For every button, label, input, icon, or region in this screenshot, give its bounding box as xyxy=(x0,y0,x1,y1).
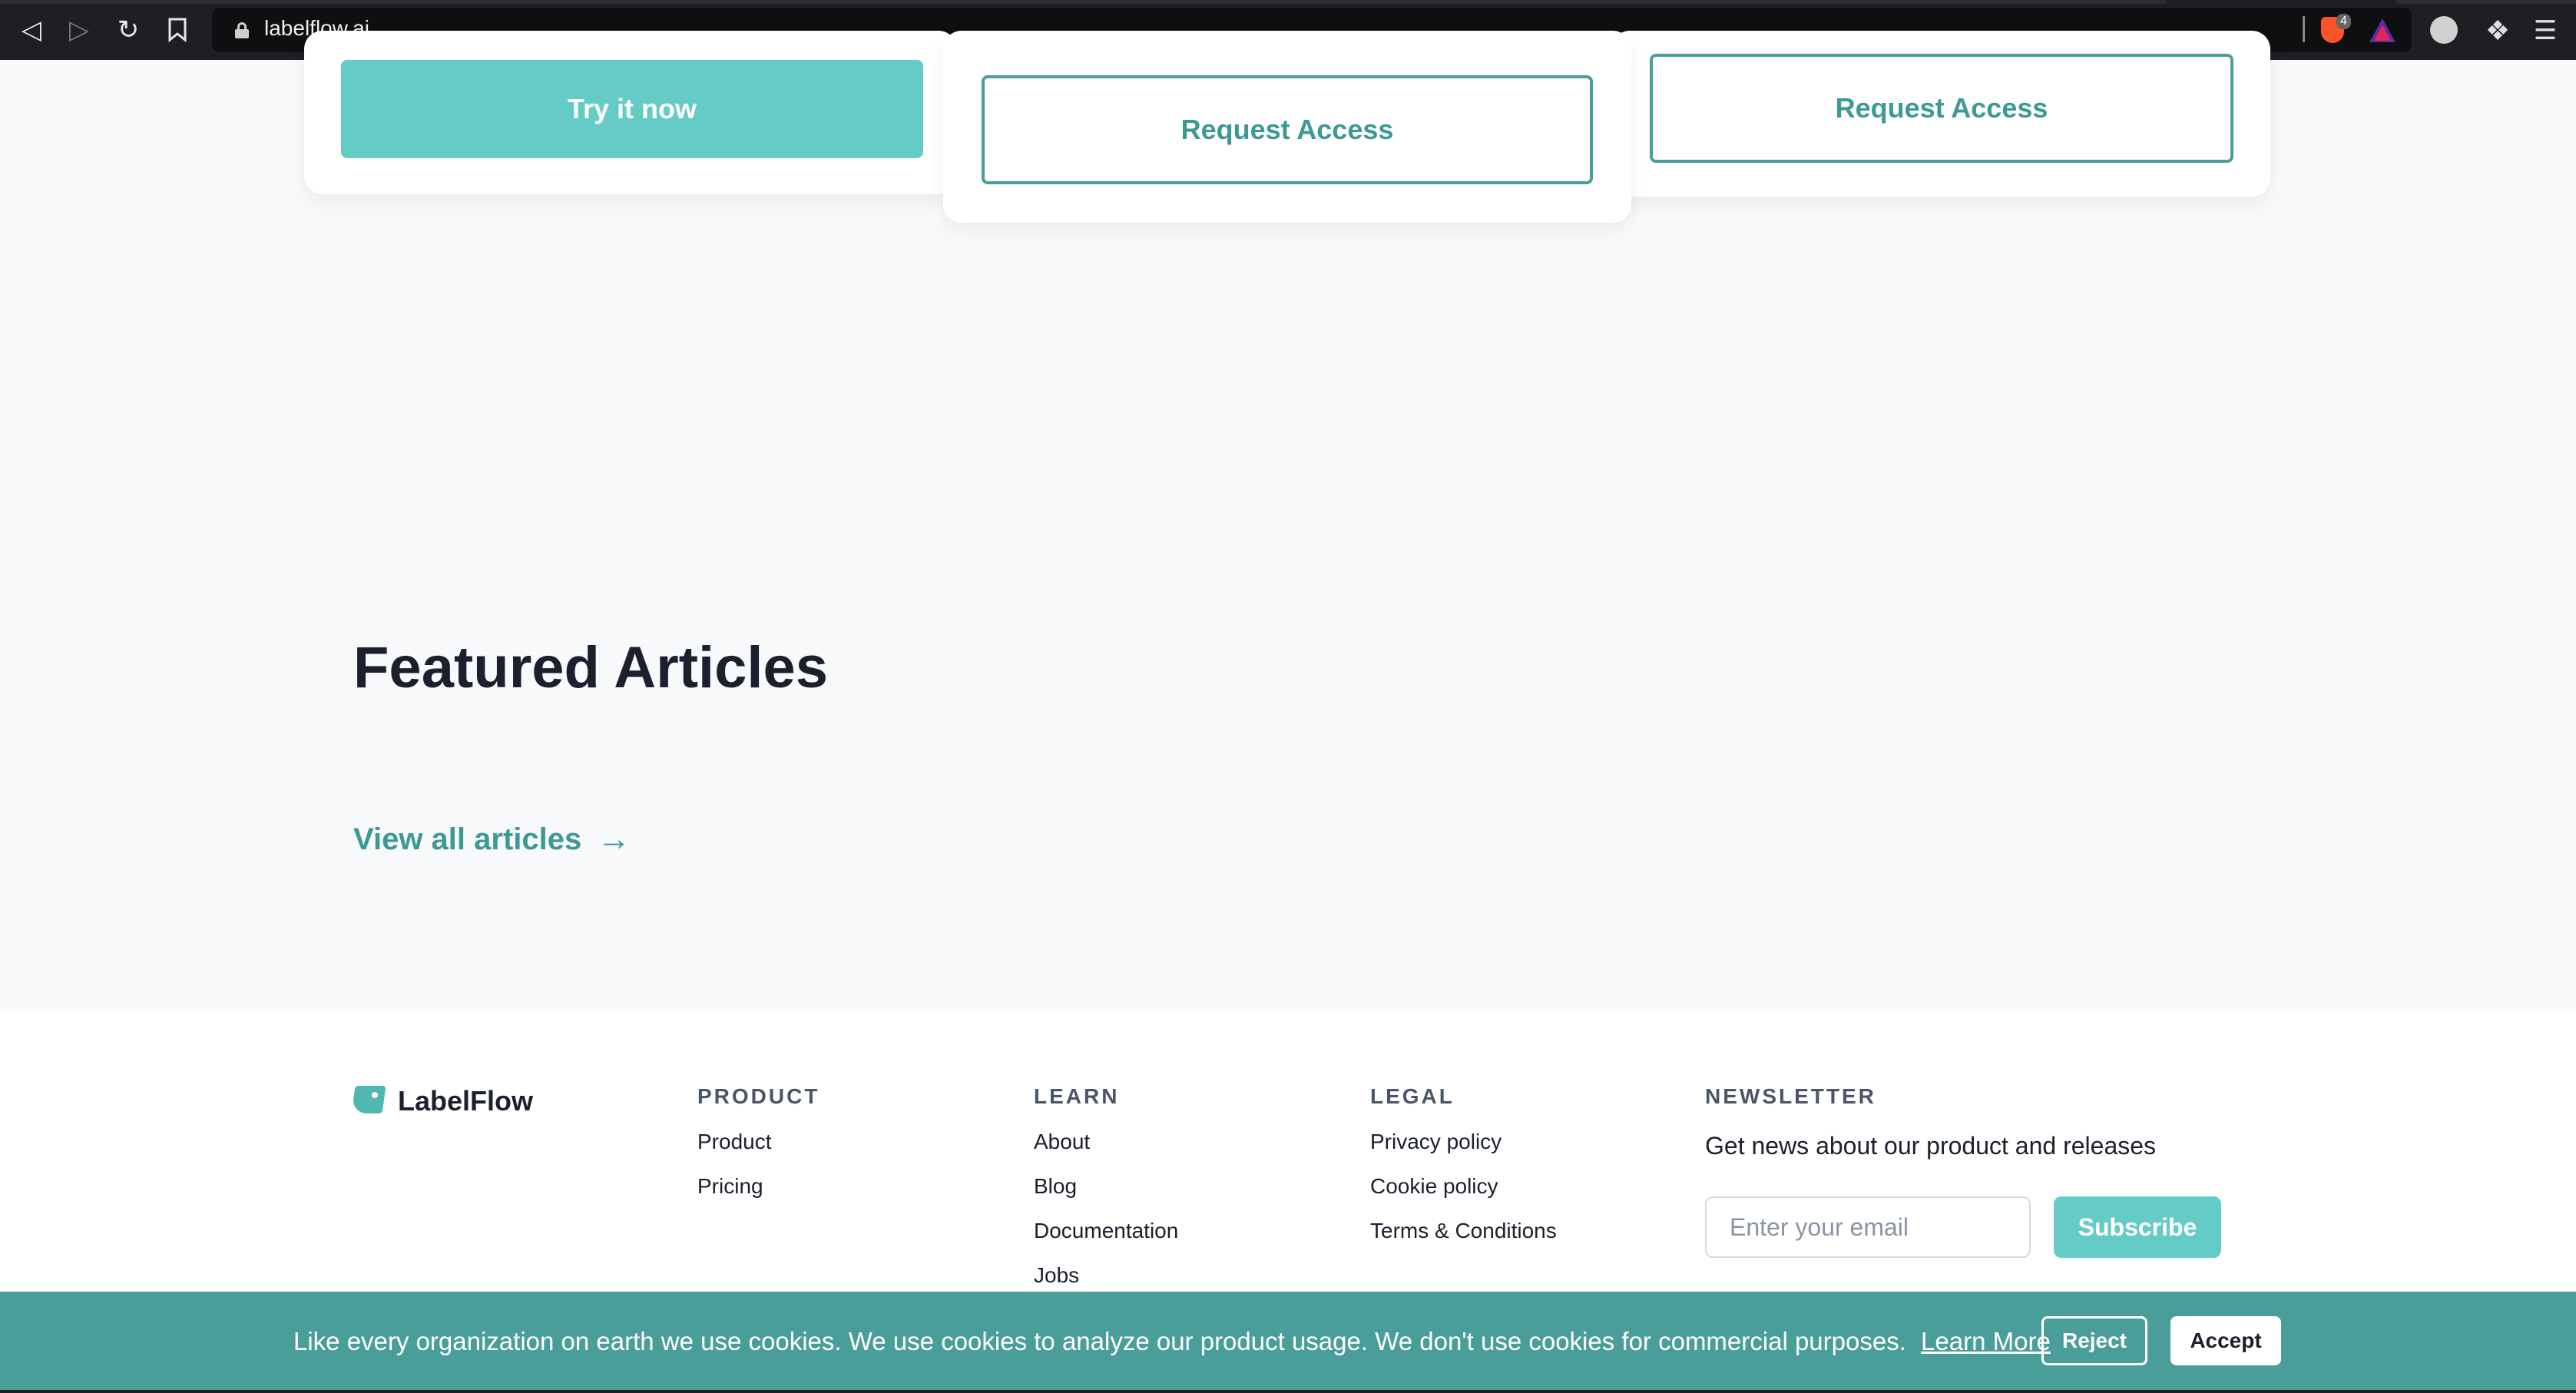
cookie-message: Like every organization on earth we use … xyxy=(293,1327,2051,1356)
footer-link-jobs[interactable]: Jobs xyxy=(1034,1264,1178,1287)
bookmark-icon[interactable] xyxy=(161,14,194,46)
brave-shield-icon[interactable]: 4 xyxy=(2319,14,2351,46)
view-all-articles-link[interactable]: View all articles → xyxy=(353,820,631,859)
active-tab[interactable] xyxy=(2166,0,2396,4)
footer-link-documentation[interactable]: Documentation xyxy=(1034,1219,1178,1242)
reject-cookies-button[interactable]: Reject xyxy=(2041,1316,2147,1365)
column-title: PRODUCT xyxy=(697,1084,820,1108)
label-tag-icon xyxy=(351,1083,390,1120)
pricing-card-free: Try it now xyxy=(304,31,957,194)
window-bottom-edge xyxy=(0,1390,2576,1393)
reload-icon[interactable]: ↻ xyxy=(112,14,144,46)
footer-link-privacy-policy[interactable]: Privacy policy xyxy=(1370,1130,1557,1153)
shield-count-badge: 4 xyxy=(2336,14,2351,29)
cookie-text: Like every organization on earth we use … xyxy=(293,1327,1906,1355)
subscribe-button[interactable]: Subscribe xyxy=(2054,1196,2221,1258)
footer-column-product: PRODUCT Product Pricing xyxy=(697,1084,819,1198)
brand-name: LabelFlow xyxy=(398,1085,534,1117)
email-field[interactable] xyxy=(1705,1196,2031,1258)
footer-column-learn: LEARN About Blog Documentation Jobs xyxy=(1034,1084,1178,1287)
request-access-button[interactable]: Request Access xyxy=(1650,54,2233,163)
toolbar-divider xyxy=(2303,16,2305,42)
footer-link-terms[interactable]: Terms & Conditions xyxy=(1370,1219,1557,1242)
cookie-banner: Like every organization on earth we use … xyxy=(0,1292,2576,1393)
request-access-button[interactable]: Request Access xyxy=(982,75,1593,184)
featured-articles-heading: Featured Articles xyxy=(353,635,829,700)
footer-column-newsletter: NEWSLETTER Get news about our product an… xyxy=(1705,1084,2156,1160)
try-it-now-button[interactable]: Try it now xyxy=(341,60,923,158)
puzzle-icon[interactable]: ❖ xyxy=(2482,15,2513,46)
footer-link-pricing[interactable]: Pricing xyxy=(697,1175,819,1198)
column-title: LEGAL xyxy=(1370,1084,1455,1108)
footer-link-product[interactable]: Product xyxy=(697,1130,819,1153)
profile-icon[interactable] xyxy=(2430,16,2458,44)
column-title: NEWSLETTER xyxy=(1705,1084,1876,1108)
lock-icon xyxy=(235,22,249,38)
footer-column-legal: LEGAL Privacy policy Cookie policy Terms… xyxy=(1370,1084,1557,1242)
labelflow-logo[interactable]: LabelFlow xyxy=(351,1083,534,1120)
pricing-card-enterprise: Request Access xyxy=(1611,31,2270,197)
accept-cookies-button[interactable]: Accept xyxy=(2170,1316,2281,1365)
view-all-label: View all articles xyxy=(353,822,582,856)
arrow-right-icon: → xyxy=(597,820,631,858)
back-icon[interactable]: ◁ xyxy=(15,14,48,46)
footer-link-blog[interactable]: Blog xyxy=(1034,1175,1178,1198)
triangle-extension-icon[interactable] xyxy=(2367,15,2398,46)
tab-strip xyxy=(0,0,2576,4)
newsletter-description: Get news about our product and releases xyxy=(1705,1132,2157,1160)
pricing-card-pro: Request Access xyxy=(943,31,1631,223)
forward-icon[interactable]: ▷ xyxy=(63,14,95,46)
column-title: LEARN xyxy=(1034,1084,1120,1108)
menu-icon[interactable]: ☰ xyxy=(2530,15,2561,46)
footer-link-about[interactable]: About xyxy=(1034,1130,1178,1153)
footer-link-cookie-policy[interactable]: Cookie policy xyxy=(1370,1175,1557,1198)
learn-more-link[interactable]: Learn More xyxy=(1921,1327,2051,1355)
